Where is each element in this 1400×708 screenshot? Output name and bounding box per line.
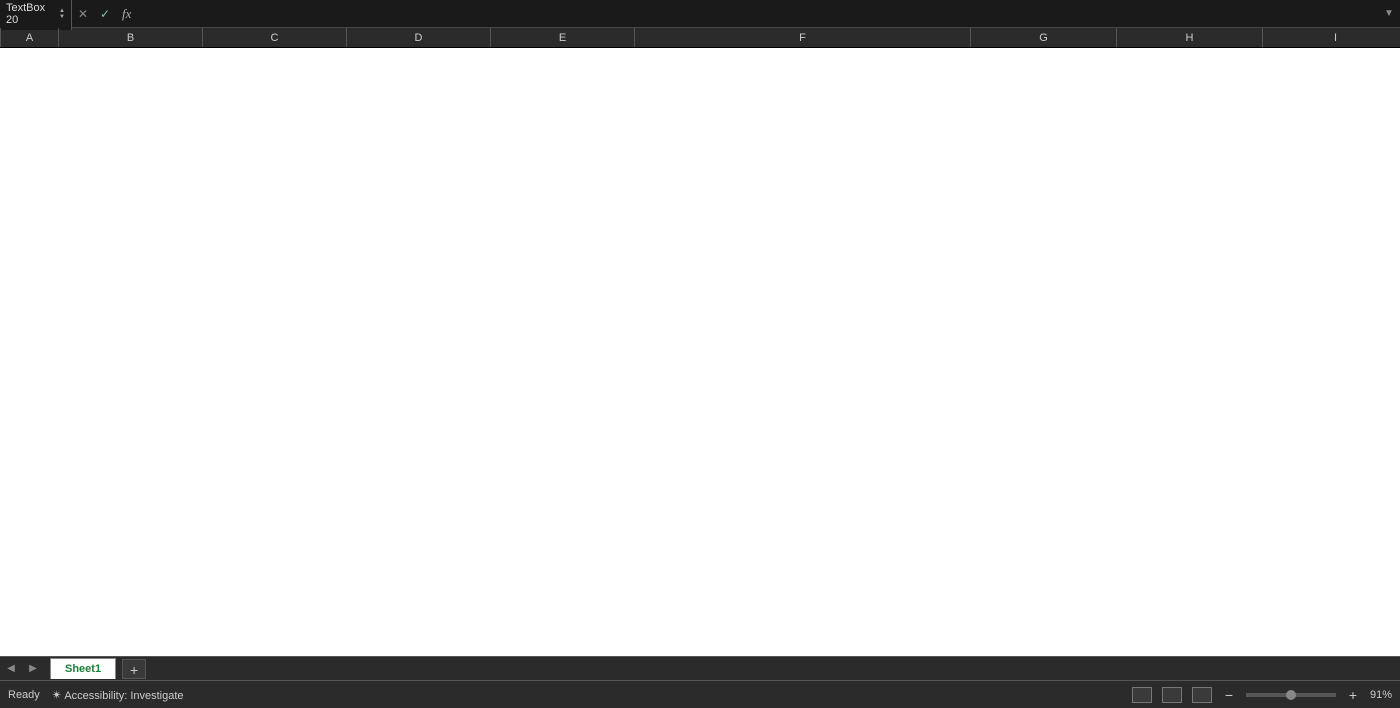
name-box[interactable]: TextBox 20 ▲▼ [0,0,72,30]
accessibility-icon: ✴ [52,688,62,702]
column-header[interactable]: E [491,28,635,47]
prev-sheet-icon[interactable]: ◀ [0,658,22,680]
column-header[interactable]: B [59,28,203,47]
column-header[interactable]: G [971,28,1117,47]
zoom-slider[interactable] [1246,693,1336,697]
add-sheet-button[interactable]: + [122,659,146,679]
view-page-break-icon[interactable] [1192,687,1212,703]
name-box-stepper[interactable]: ▲▼ [59,8,65,20]
sheet-tab-bar: ◀ ▶ Sheet1 + [0,656,1400,680]
formula-bar: TextBox 20 ▲▼ ✕ ✓ fx ▼ [0,0,1400,28]
column-header[interactable]: I [1263,28,1400,47]
formula-expand-icon[interactable]: ▼ [1382,8,1400,19]
zoom-thumb[interactable] [1286,690,1296,700]
fx-label[interactable]: fx [116,6,137,22]
sheet-tab-active[interactable]: Sheet1 [50,658,116,679]
accessibility-status[interactable]: ✴ Accessibility: Investigate [52,688,184,702]
zoom-level[interactable]: 91% [1370,689,1392,701]
grid[interactable] [0,48,1400,658]
cancel-button[interactable]: ✕ [72,7,94,21]
confirm-button[interactable]: ✓ [94,7,116,21]
next-sheet-icon[interactable]: ▶ [22,658,44,680]
name-box-value: TextBox 20 [6,2,59,26]
column-header[interactable]: H [1117,28,1263,47]
view-normal-icon[interactable] [1132,687,1152,703]
zoom-in-button[interactable]: + [1346,687,1360,703]
status-bar: Ready ✴ Accessibility: Investigate − + 9… [0,680,1400,708]
column-header[interactable]: F [635,28,971,47]
view-page-layout-icon[interactable] [1162,687,1182,703]
column-header[interactable]: A [1,28,59,47]
column-header[interactable]: C [203,28,347,47]
status-ready: Ready [8,689,40,701]
column-header[interactable]: D [347,28,491,47]
zoom-out-button[interactable]: − [1222,687,1236,703]
column-headers: ABCDEFGHI [0,28,1400,48]
formula-input[interactable] [137,1,1382,27]
